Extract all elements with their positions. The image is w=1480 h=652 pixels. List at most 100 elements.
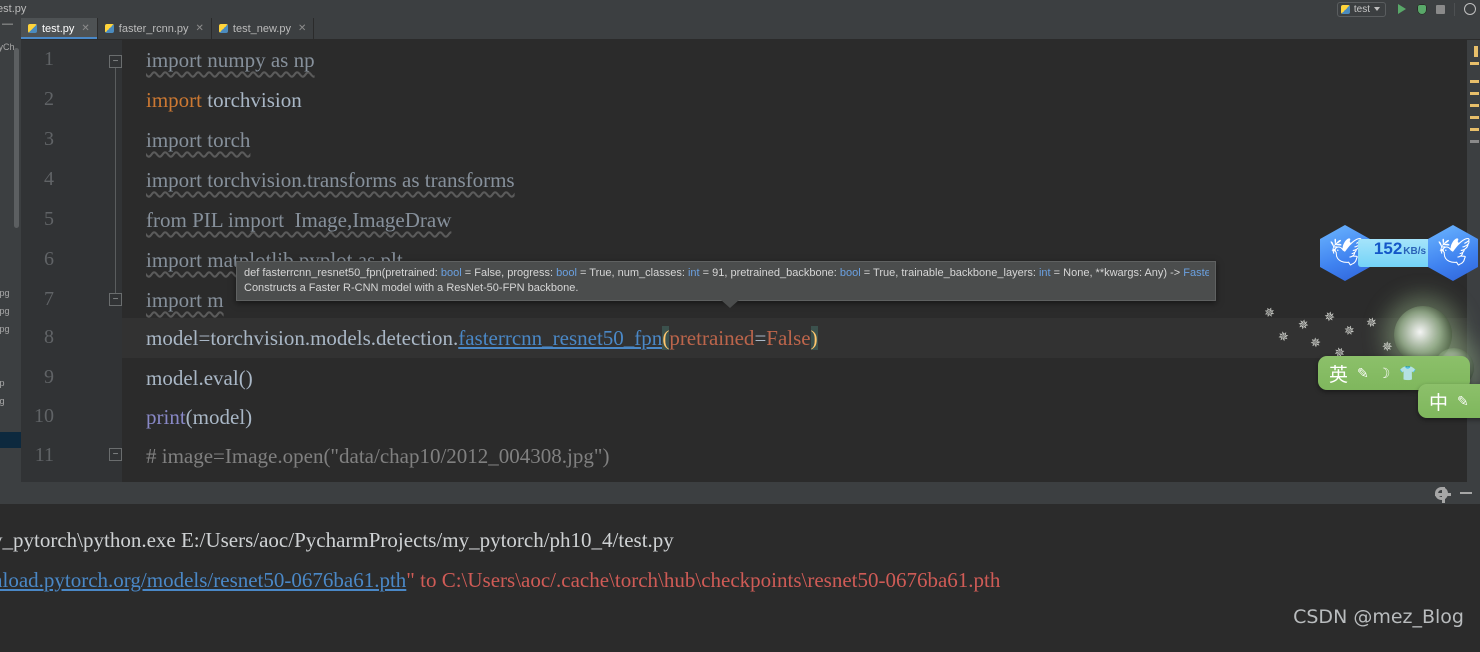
- return-type: FasterRCNN: [1183, 267, 1209, 279]
- minimize-icon[interactable]: [1460, 492, 1472, 494]
- type-bool: bool: [839, 267, 861, 279]
- tooltip-sig-s4: = True, trainable_backbone_layers:: [860, 267, 1039, 279]
- project-root-label: \PyCh: [0, 42, 15, 52]
- warning-mark[interactable]: [1470, 80, 1479, 83]
- fold-collapse-icon[interactable]: −: [109, 55, 122, 68]
- tooltip-sig-s2: = True, num_classes:: [576, 267, 688, 279]
- console-line-download: nload.pytorch.org/models/resnet50-0676ba…: [0, 568, 1000, 593]
- code-line-11[interactable]: # image=Image.open("data/chap10/2012_004…: [146, 444, 609, 469]
- line-number: 8: [44, 326, 54, 348]
- collapse-panel-icon[interactable]: —: [2, 19, 14, 30]
- search-icon[interactable]: [1464, 3, 1476, 15]
- type-bool: bool: [440, 267, 462, 279]
- keyword-import: import: [146, 88, 202, 112]
- line-number: 2: [44, 88, 54, 110]
- download-manager-right-badge[interactable]: 🕊: [1428, 225, 1478, 281]
- tab-label: faster_rcnn.py: [118, 22, 189, 35]
- quote-mark: ": [406, 568, 415, 592]
- code-line-2[interactable]: import torchvision: [146, 88, 302, 113]
- ime-language-indicator[interactable]: 英: [1329, 360, 1348, 387]
- fold-collapse-icon[interactable]: −: [109, 293, 122, 306]
- list-item[interactable]: .jpg: [0, 396, 5, 406]
- builtin-print: print: [146, 405, 186, 429]
- warning-mark[interactable]: [1470, 104, 1479, 107]
- ime-language-indicator[interactable]: 中: [1429, 388, 1448, 415]
- run-icon[interactable]: [1395, 3, 1408, 16]
- list-item[interactable]: n.jp: [0, 378, 5, 388]
- download-url-link[interactable]: nload.pytorch.org/models/resnet50-0676ba…: [0, 568, 406, 592]
- ime-moon-icon[interactable]: ☽: [1378, 365, 1391, 382]
- ime-toolbar-chinese[interactable]: 中 ✎ ☽: [1418, 384, 1480, 418]
- tab-label: test_new.py: [232, 22, 291, 35]
- ime-skin-icon[interactable]: 👕: [1399, 365, 1416, 382]
- function-reference-link[interactable]: fasterrcnn_resnet50_fpn: [458, 326, 662, 350]
- console-scrollbar[interactable]: [1468, 504, 1480, 652]
- download-speed-widget[interactable]: 🕊 152 KB/s 🕊: [1320, 225, 1480, 287]
- python-file-icon: [1340, 4, 1350, 14]
- tooltip-sig-s5: = None, **kwargs: Any) ->: [1050, 267, 1184, 279]
- line-number: 11: [34, 444, 54, 466]
- line-number: 5: [44, 208, 54, 230]
- fold-collapse-icon[interactable]: −: [109, 448, 122, 461]
- run-configuration-label: test: [1353, 3, 1370, 15]
- var-model: model: [146, 326, 199, 350]
- tooltip-signature: def fasterrcnn_resnet50_fpn(pretrained: …: [244, 266, 1209, 281]
- code-line-3[interactable]: import torch: [146, 128, 250, 153]
- download-speed-unit: KB/s: [1403, 246, 1427, 257]
- tab-test-new-py[interactable]: test_new.py ✕: [211, 18, 315, 39]
- warning-mark[interactable]: [1474, 46, 1478, 57]
- project-tool-window[interactable]: — \PyCh 4.jpg 7.jpg 8.jpg n.jp .jpg: [0, 18, 21, 482]
- list-item[interactable]: 8.jpg: [0, 324, 10, 334]
- run-tool-window-toolbar: [0, 482, 1480, 504]
- close-icon[interactable]: ✕: [298, 23, 306, 34]
- info-mark[interactable]: [1470, 140, 1479, 143]
- warning-mark[interactable]: [1470, 92, 1479, 95]
- close-icon[interactable]: ✕: [196, 23, 204, 34]
- warning-mark[interactable]: [1470, 128, 1479, 131]
- code-line-5[interactable]: from PIL import Image,ImageDraw: [146, 208, 451, 233]
- type-int: int: [687, 267, 700, 279]
- code-line-8[interactable]: model=torchvision.models.detection.faste…: [146, 326, 818, 351]
- chevron-down-icon[interactable]: [1374, 7, 1380, 11]
- tab-bar-filler: [314, 18, 1480, 39]
- code-line-8-chain: =torchvision.models.detection.: [198, 326, 459, 350]
- line-number: 7: [44, 288, 54, 310]
- python-file-icon: [218, 24, 228, 33]
- tooltip-sig-s3: = 91, pretrained_backbone:: [699, 267, 840, 279]
- code-line-1[interactable]: import numpy as np: [146, 48, 315, 73]
- pycharm-window: test.py test — \PyCh 4.jpg 7.jpg 8.jpg n…: [0, 0, 1480, 652]
- gear-icon[interactable]: [1435, 486, 1451, 503]
- list-item[interactable]: 4.jpg: [0, 288, 10, 298]
- download-target-path: to C:\Users\aoc/.cache\torch\hub\checkpo…: [414, 568, 1001, 592]
- code-line-7[interactable]: import m: [146, 288, 224, 313]
- type-int: int: [1038, 267, 1051, 279]
- code-line-10[interactable]: print(model): [146, 405, 252, 430]
- line-number: 3: [44, 128, 54, 150]
- line-number: 1: [44, 48, 54, 70]
- download-speed-value: 152: [1373, 239, 1403, 258]
- tooltip-sig-s1: = False, progress:: [461, 267, 557, 279]
- editor-tab-bar: test.py ✕ faster_rcnn.py ✕ test_new.py ✕: [21, 18, 1480, 40]
- list-item[interactable]: 7.jpg: [0, 306, 10, 316]
- ime-pen-icon[interactable]: ✎: [1357, 365, 1369, 382]
- close-icon[interactable]: ✕: [81, 23, 89, 34]
- warning-mark[interactable]: [1470, 62, 1479, 65]
- python-file-icon: [28, 24, 37, 33]
- code-line-9[interactable]: model.eval(): [146, 366, 253, 391]
- list-item-selected[interactable]: [0, 432, 21, 448]
- tooltip-doc: Constructs a Faster R-CNN model with a R…: [244, 282, 579, 294]
- bird-icon: 🕊: [1437, 237, 1472, 267]
- stop-icon[interactable]: [1436, 4, 1445, 14]
- run-configuration-selector[interactable]: test: [1336, 1, 1386, 17]
- tab-test-py[interactable]: test.py ✕: [21, 18, 98, 39]
- run-console-output[interactable]: y_pytorch\python.exe E:/Users/aoc/Pychar…: [0, 504, 1480, 652]
- editor-gutter[interactable]: 1 2 3 4 5 6 7 8 9 10 11 − − −: [21, 40, 122, 482]
- warning-mark[interactable]: [1470, 116, 1479, 119]
- tab-faster-rcnn-py[interactable]: faster_rcnn.py ✕: [97, 18, 212, 39]
- ime-pen-icon[interactable]: ✎: [1457, 393, 1469, 410]
- toolbar-divider: [1454, 2, 1455, 16]
- line-number: 10: [34, 405, 54, 427]
- code-line-4[interactable]: import torchvision.transforms as transfo…: [146, 168, 515, 193]
- project-scrollbar[interactable]: [14, 48, 19, 228]
- debug-icon[interactable]: [1417, 4, 1427, 15]
